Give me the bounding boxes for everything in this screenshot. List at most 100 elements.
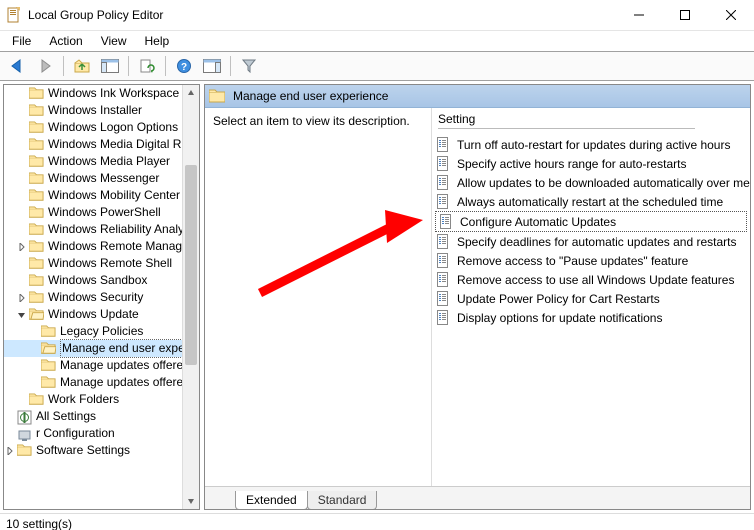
tree-item[interactable]: Windows Security (4, 289, 199, 306)
scroll-up-icon[interactable] (183, 85, 199, 101)
setting-row[interactable]: Display options for update notifications (432, 308, 750, 327)
setting-row[interactable]: Configure Automatic Updates (435, 211, 747, 232)
folder-icon (209, 89, 225, 103)
details-header: Manage end user experience (205, 85, 750, 108)
forward-icon[interactable] (32, 54, 58, 78)
toolbar-separator (63, 56, 64, 76)
chevron-right-icon[interactable] (16, 292, 28, 304)
menu-view[interactable]: View (93, 32, 135, 50)
tree-item-label: Windows Installer (48, 102, 142, 119)
tree-item[interactable]: Windows Mobility Center (4, 187, 199, 204)
main-split: Windows Ink WorkspaceWindows InstallerWi… (0, 81, 754, 514)
tree-item-label: Windows Reliability Analys (48, 221, 190, 238)
refresh-icon[interactable] (134, 54, 160, 78)
tree-item-label: Work Folders (48, 391, 119, 408)
tree-item[interactable]: Windows Ink Workspace (4, 85, 199, 102)
tree-item[interactable]: Windows Media Digital Rig (4, 136, 199, 153)
tree-item[interactable]: Legacy Policies (4, 323, 199, 340)
scroll-down-icon[interactable] (183, 493, 199, 509)
folder-icon (29, 155, 44, 168)
setting-label: Specify deadlines for automatic updates … (457, 235, 737, 249)
scrollbar-thumb[interactable] (185, 165, 197, 365)
folder-icon (29, 138, 44, 151)
settings-column-header[interactable]: Setting (432, 108, 750, 133)
policy-icon (436, 234, 451, 249)
window-titlebar: Local Group Policy Editor (0, 0, 754, 31)
open-folder-icon (41, 342, 56, 355)
setting-row[interactable]: Turn off auto-restart for updates during… (432, 135, 750, 154)
folder-icon (29, 291, 44, 304)
tree-item[interactable]: Windows Installer (4, 102, 199, 119)
tree-item[interactable]: Windows Sandbox (4, 272, 199, 289)
filter-icon[interactable] (236, 54, 262, 78)
tree-item[interactable]: All Settings (4, 408, 199, 425)
toolbar-separator (128, 56, 129, 76)
menu-help[interactable]: Help (137, 32, 178, 50)
expander-placeholder (4, 428, 16, 440)
expander-placeholder (16, 224, 28, 236)
tab-standard[interactable]: Standard (307, 491, 378, 510)
setting-row[interactable]: Remove access to use all Windows Update … (432, 270, 750, 289)
setting-row[interactable]: Update Power Policy for Cart Restarts (432, 289, 750, 308)
setting-row[interactable]: Specify deadlines for automatic updates … (432, 232, 750, 251)
back-icon[interactable] (4, 54, 30, 78)
show-hide-tree-icon[interactable] (97, 54, 123, 78)
chevron-right-icon[interactable] (4, 445, 16, 457)
maximize-button[interactable] (662, 0, 708, 30)
tree-item[interactable]: Manage updates offere (4, 374, 199, 391)
tree-item[interactable]: r Configuration (4, 425, 199, 442)
menu-action[interactable]: Action (41, 32, 90, 50)
tree-item-label: Legacy Policies (60, 323, 143, 340)
chevron-right-icon[interactable] (16, 241, 28, 253)
tree-item[interactable]: Windows PowerShell (4, 204, 199, 221)
tree-item[interactable]: Software Settings (4, 442, 199, 459)
tree-item[interactable]: Windows Remote Shell (4, 255, 199, 272)
tree-item[interactable]: Windows Messenger (4, 170, 199, 187)
show-hide-action-icon[interactable] (199, 54, 225, 78)
tree-item[interactable]: Manage end user expe (4, 340, 199, 357)
folder-icon (29, 206, 44, 219)
details-pane: Manage end user experience Select an ite… (204, 84, 751, 510)
policy-icon (436, 253, 451, 268)
tree-item[interactable]: Windows Reliability Analys (4, 221, 199, 238)
setting-label: Remove access to "Pause updates" feature (457, 254, 688, 268)
tree-item[interactable]: Windows Media Player (4, 153, 199, 170)
help-icon[interactable]: ? (171, 54, 197, 78)
tree-item-label: Windows Media Player (48, 153, 170, 170)
tab-extended[interactable]: Extended (235, 491, 308, 510)
tree-item-label: Windows Media Digital Rig (48, 136, 191, 153)
tree-item[interactable]: Windows Remote Manage (4, 238, 199, 255)
policy-icon (436, 156, 451, 171)
tree-scrollbar[interactable] (182, 85, 199, 509)
folder-icon (41, 359, 56, 372)
expander-placeholder (16, 190, 28, 202)
chevron-down-icon[interactable] (16, 309, 28, 321)
window-controls (616, 0, 754, 30)
expander-placeholder (28, 360, 40, 372)
folder-icon (41, 325, 56, 338)
tree-item[interactable]: Windows Logon Options (4, 119, 199, 136)
app-icon (6, 7, 22, 23)
tree-item-label: Windows Mobility Center (48, 187, 180, 204)
minimize-button[interactable] (616, 0, 662, 30)
tree-item[interactable]: Work Folders (4, 391, 199, 408)
menu-file[interactable]: File (4, 32, 39, 50)
setting-row[interactable]: Allow updates to be downloaded automatic… (432, 173, 750, 192)
setting-label: Allow updates to be downloaded automatic… (457, 176, 750, 190)
details-header-label: Manage end user experience (233, 89, 388, 103)
tree-item-label: r Configuration (36, 425, 115, 442)
tree-item-label: Manage end user expe (60, 339, 187, 358)
setting-row[interactable]: Specify active hours range for auto-rest… (432, 154, 750, 173)
folder-icon (41, 376, 56, 389)
expander-placeholder (28, 326, 40, 338)
setting-label: Configure Automatic Updates (460, 215, 616, 229)
tree-item[interactable]: Windows Update (4, 306, 199, 323)
tree-item-label: Software Settings (36, 442, 130, 459)
expander-placeholder (16, 88, 28, 100)
setting-row[interactable]: Remove access to "Pause updates" feature (432, 251, 750, 270)
setting-row[interactable]: Always automatically restart at the sche… (432, 192, 750, 211)
tree-item[interactable]: Manage updates offere (4, 357, 199, 374)
description-column: Select an item to view its description. (205, 108, 431, 486)
close-button[interactable] (708, 0, 754, 30)
up-folder-icon[interactable] (69, 54, 95, 78)
